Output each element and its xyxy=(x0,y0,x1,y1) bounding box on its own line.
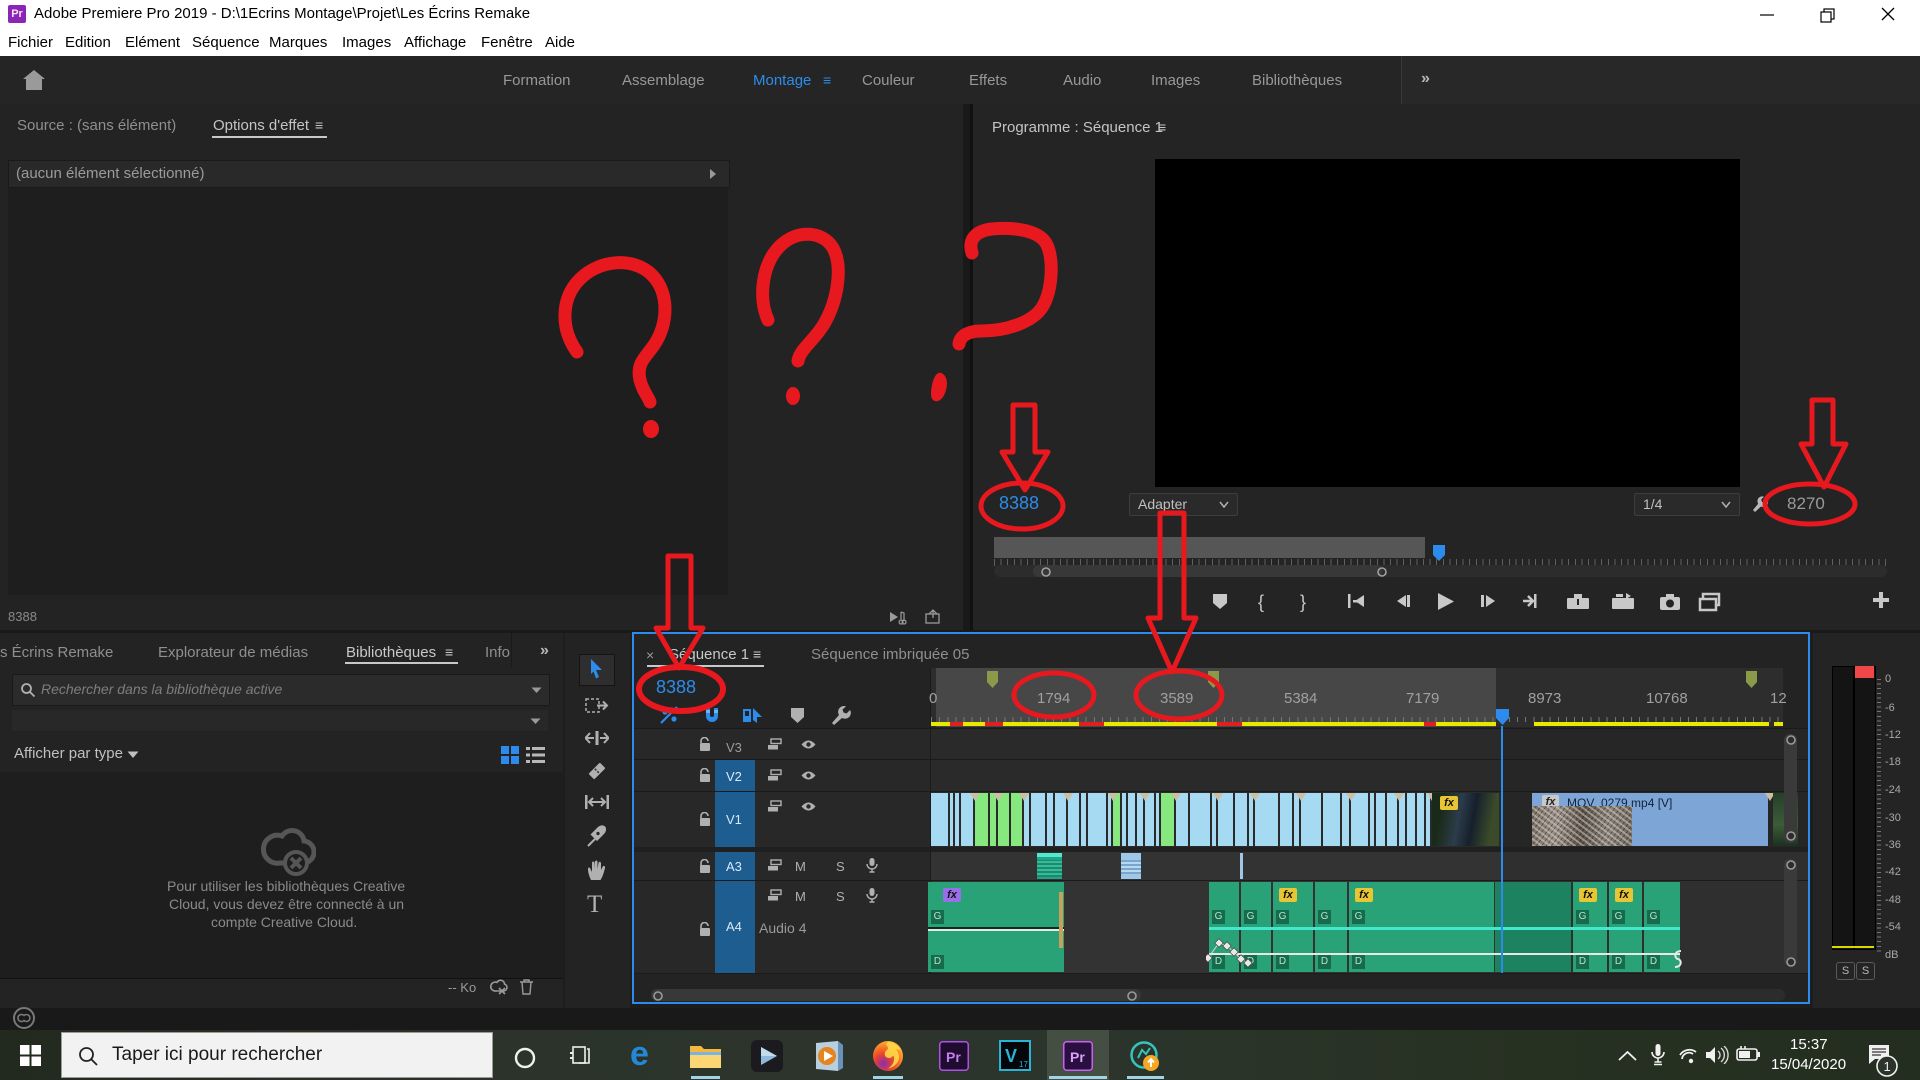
svg-text:Pr: Pr xyxy=(946,1049,961,1065)
svg-text:17: 17 xyxy=(1019,1060,1028,1069)
svg-text:{: { xyxy=(1258,592,1264,612)
svg-text:}: } xyxy=(1300,592,1306,612)
svg-text:V: V xyxy=(1005,1046,1017,1066)
svg-text:1: 1 xyxy=(1884,1059,1891,1074)
svg-text:Pr: Pr xyxy=(1070,1049,1085,1065)
